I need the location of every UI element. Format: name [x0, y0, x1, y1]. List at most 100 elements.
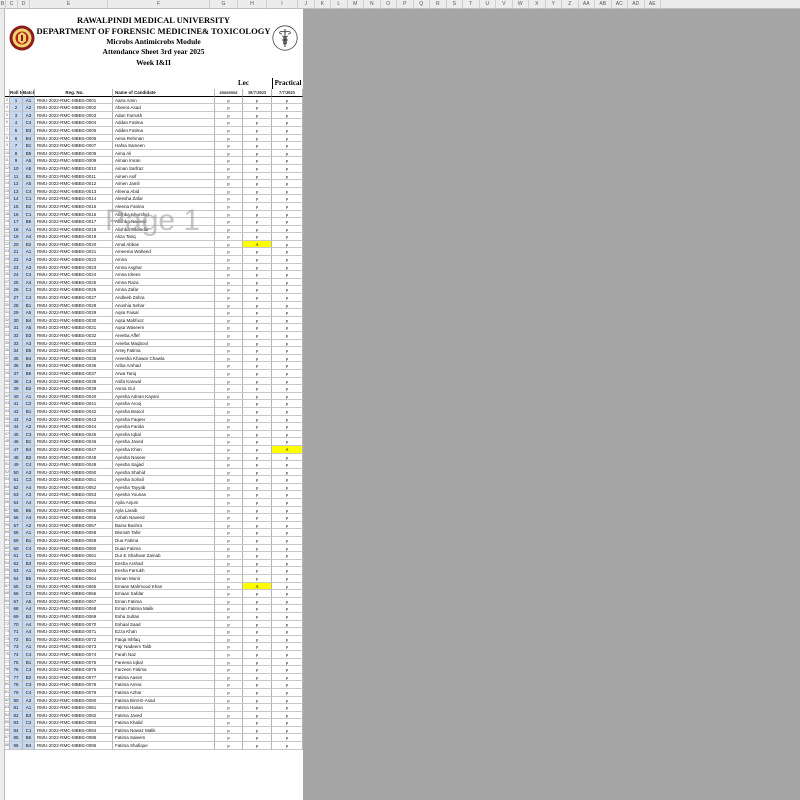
- attendance-cell-date-3[interactable]: p: [272, 430, 303, 439]
- column-letter[interactable]: Z: [562, 0, 579, 9]
- roll-no-cell[interactable]: 67: [10, 597, 23, 606]
- attendance-cell-date-2[interactable]: p: [243, 658, 272, 667]
- attendance-cell-date-3[interactable]: p: [272, 666, 303, 674]
- reg-no-cell[interactable]: RMU-2022-RMC-MBBS-0067: [35, 597, 113, 606]
- attendance-cell-date-3[interactable]: p: [272, 681, 303, 689]
- batch-cell[interactable]: C4: [23, 187, 35, 196]
- candidate-name-cell[interactable]: Amna Zafar: [113, 286, 215, 295]
- attendance-cell-date-2[interactable]: p: [243, 506, 272, 515]
- attendance-cell-date-2[interactable]: p: [243, 104, 272, 112]
- header-batch[interactable]: Batch: [23, 89, 35, 97]
- reg-no-cell[interactable]: RMU-2022-RMC-MBBS-0068: [35, 605, 113, 613]
- attendance-cell-date-3[interactable]: p: [272, 354, 303, 363]
- batch-cell[interactable]: B1: [23, 142, 35, 150]
- attendance-cell-date-2[interactable]: p: [243, 149, 272, 158]
- attendance-cell-date-1[interactable]: p: [215, 658, 243, 667]
- candidate-name-cell[interactable]: Duaa Fatima: [113, 544, 215, 553]
- reg-no-cell[interactable]: RMU-2022-RMC-MBBS-0031: [35, 324, 113, 332]
- attendance-cell-date-1[interactable]: p: [215, 240, 243, 249]
- attendance-cell-date-2[interactable]: p: [243, 445, 272, 454]
- attendance-cell-date-2[interactable]: p: [243, 180, 272, 188]
- reg-no-cell[interactable]: RMU-2022-RMC-MBBS-0021: [35, 248, 113, 257]
- batch-cell[interactable]: B5: [23, 575, 35, 583]
- attendance-cell-date-3[interactable]: p: [272, 301, 303, 310]
- attendance-cell-date-3[interactable]: p: [272, 256, 303, 264]
- attendance-cell-date-1[interactable]: p: [215, 233, 243, 241]
- attendance-cell-date-2[interactable]: p: [243, 529, 272, 538]
- attendance-cell-date-3[interactable]: p: [272, 316, 303, 325]
- reg-no-cell[interactable]: RMU-2022-RMC-MBBS-0050: [35, 468, 113, 477]
- roll-no-cell[interactable]: 74: [10, 650, 23, 659]
- attendance-cell-date-3[interactable]: p: [272, 468, 303, 477]
- header-candidate-name[interactable]: Name of Candidate: [113, 89, 215, 97]
- attendance-cell-date-3[interactable]: p: [272, 180, 303, 188]
- attendance-cell-date-1[interactable]: p: [215, 575, 243, 583]
- candidate-name-cell[interactable]: Bismah Tahir: [113, 529, 215, 538]
- reg-no-cell[interactable]: RMU-2022-RMC-MBBS-0042: [35, 407, 113, 416]
- reg-no-cell[interactable]: RMU-2022-RMC-MBBS-0054: [35, 499, 113, 507]
- attendance-cell-date-1[interactable]: p: [215, 172, 243, 181]
- batch-cell[interactable]: A3: [23, 415, 35, 424]
- attendance-cell-date-2[interactable]: p: [243, 423, 272, 431]
- attendance-cell-date-2[interactable]: p: [243, 734, 272, 743]
- candidate-name-cell[interactable]: Abeera Asad: [113, 104, 215, 112]
- roll-no-cell[interactable]: 10: [10, 164, 23, 173]
- attendance-cell-date-3[interactable]: p: [272, 719, 303, 727]
- roll-no-cell[interactable]: 7: [10, 142, 23, 150]
- attendance-cell-date-3[interactable]: p: [272, 324, 303, 332]
- attendance-cell-date-2[interactable]: p: [243, 559, 272, 568]
- attendance-cell-date-2[interactable]: p: [243, 453, 272, 462]
- attendance-cell-date-3[interactable]: p: [272, 96, 303, 105]
- roll-no-cell[interactable]: 30: [10, 316, 23, 325]
- batch-cell[interactable]: B2: [23, 202, 35, 211]
- roll-no-cell[interactable]: 76: [10, 666, 23, 674]
- attendance-cell-date-2[interactable]: p: [243, 575, 272, 583]
- attendance-cell-date-3[interactable]: p: [272, 544, 303, 553]
- attendance-cell-date-3[interactable]: p: [272, 362, 303, 370]
- batch-cell[interactable]: C4: [23, 461, 35, 469]
- candidate-name-cell[interactable]: Fajr Nadeem Talib: [113, 643, 215, 651]
- roll-no-cell[interactable]: 28: [10, 301, 23, 310]
- attendance-cell-date-1[interactable]: p: [215, 104, 243, 112]
- batch-cell[interactable]: A3: [23, 111, 35, 120]
- attendance-cell-date-1[interactable]: p: [215, 506, 243, 515]
- candidate-name-cell[interactable]: Eesha Farrukh: [113, 567, 215, 575]
- candidate-name-cell[interactable]: Areesha Khawar Chawla: [113, 354, 215, 363]
- attendance-cell-date-2[interactable]: p: [243, 392, 272, 401]
- reg-no-cell[interactable]: RMU-2022-RMC-MBBS-0006: [35, 134, 113, 143]
- attendance-cell-date-2[interactable]: p: [243, 552, 272, 560]
- attendance-cell-date-1[interactable]: p: [215, 180, 243, 188]
- attendance-cell-date-2[interactable]: p: [243, 407, 272, 416]
- attendance-cell-date-1[interactable]: p: [215, 628, 243, 636]
- candidate-name-cell[interactable]: Areeba Affef: [113, 332, 215, 340]
- batch-cell[interactable]: C4: [23, 119, 35, 127]
- reg-no-cell[interactable]: RMU-2022-RMC-MBBS-0026: [35, 286, 113, 295]
- attendance-cell-date-2[interactable]: p: [243, 218, 272, 226]
- candidate-name-cell[interactable]: Alishba Khurshid: [113, 210, 215, 219]
- attendance-cell-date-3[interactable]: p: [272, 240, 303, 249]
- attendance-cell-date-1[interactable]: p: [215, 673, 243, 682]
- column-letter[interactable]: F: [108, 0, 210, 9]
- attendance-cell-date-2[interactable]: p: [243, 612, 272, 621]
- batch-cell[interactable]: B5: [23, 362, 35, 370]
- attendance-cell-date-3[interactable]: p: [272, 575, 303, 583]
- attendance-cell-date-2[interactable]: p: [243, 544, 272, 553]
- candidate-name-cell[interactable]: Aqsa Waseem: [113, 324, 215, 332]
- attendance-cell-date-1[interactable]: p: [215, 126, 243, 135]
- attendance-cell-date-1[interactable]: p: [215, 271, 243, 279]
- attendance-cell-date-1[interactable]: p: [215, 324, 243, 332]
- reg-no-cell[interactable]: RMU-2022-RMC-MBBS-0005: [35, 126, 113, 135]
- attendance-cell-date-2[interactable]: p: [243, 681, 272, 689]
- candidate-name-cell[interactable]: Farah Naz: [113, 650, 215, 659]
- attendance-cell-date-2[interactable]: p: [243, 202, 272, 211]
- attendance-cell-date-3[interactable]: p: [272, 407, 303, 416]
- candidate-name-cell[interactable]: Ayesha Shahid: [113, 468, 215, 477]
- candidate-name-cell[interactable]: Areej Fatima: [113, 347, 215, 355]
- attendance-cell-date-1[interactable]: p: [215, 643, 243, 651]
- attendance-cell-date-1[interactable]: p: [215, 339, 243, 348]
- candidate-name-cell[interactable]: Andleeb Zahra: [113, 294, 215, 302]
- attendance-cell-date-1[interactable]: p: [215, 407, 243, 416]
- attendance-cell-date-2[interactable]: p: [243, 590, 272, 598]
- attendance-cell-date-2[interactable]: p: [243, 369, 272, 378]
- reg-no-cell[interactable]: RMU-2022-RMC-MBBS-0041: [35, 400, 113, 408]
